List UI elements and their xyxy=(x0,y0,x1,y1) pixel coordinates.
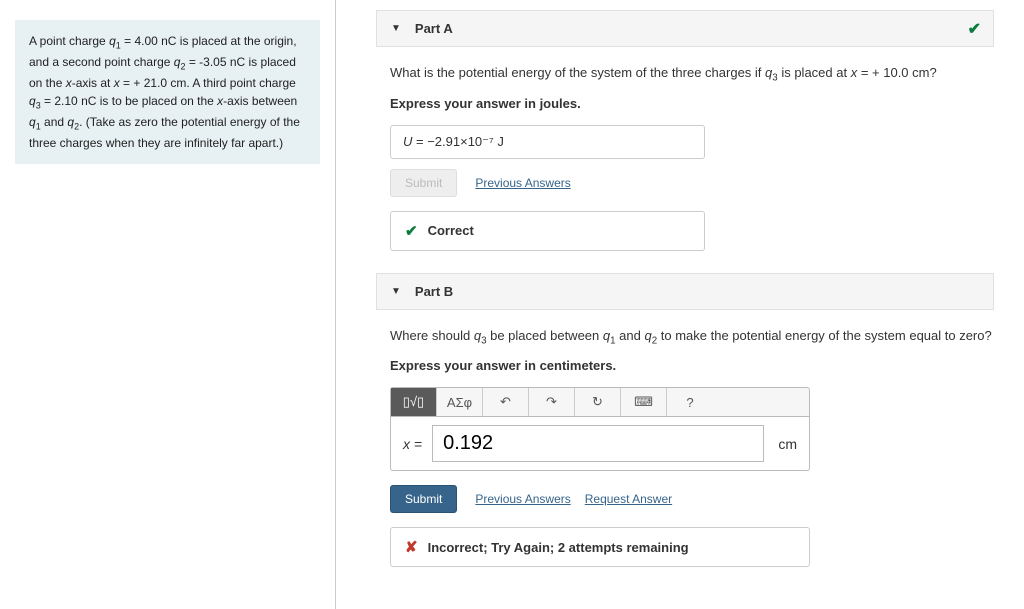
equation-toolbar: ▯√▯ ΑΣφ ↶ ↷ ↻ ⌨ ? xyxy=(390,387,810,417)
reset-button[interactable]: ↻ xyxy=(575,388,621,416)
part-b-answer-input[interactable] xyxy=(432,425,764,462)
check-icon: ✔ xyxy=(405,222,418,240)
caret-down-icon: ▼ xyxy=(391,23,401,34)
part-a-header[interactable]: ▼ Part A ✔ xyxy=(376,10,994,47)
help-button[interactable]: ? xyxy=(667,388,713,416)
part-b-input-row: x = cm xyxy=(390,417,810,471)
part-b-submit-button[interactable]: Submit xyxy=(390,485,457,513)
part-a-instruction: Express your answer in joules. xyxy=(390,96,994,111)
part-b-feedback: ✘ Incorrect; Try Again; 2 attempts remai… xyxy=(390,527,810,567)
part-b-label: Part B xyxy=(415,284,453,299)
part-b-unit: cm xyxy=(778,436,797,452)
part-b-previous-answers-link[interactable]: Previous Answers xyxy=(475,492,570,506)
undo-button[interactable]: ↶ xyxy=(483,388,529,416)
part-b-instruction: Express your answer in centimeters. xyxy=(390,358,994,373)
redo-button[interactable]: ↷ xyxy=(529,388,575,416)
part-a-submit-button: Submit xyxy=(390,169,457,197)
part-a-answer-display: U = −2.91×10⁻⁷ J xyxy=(390,125,705,159)
part-a-label: Part A xyxy=(415,21,453,36)
part-b-header[interactable]: ▼ Part B xyxy=(376,273,994,310)
problem-statement: A point charge q1 = 4.00 nC is placed at… xyxy=(15,20,320,164)
part-a-feedback: ✔ Correct xyxy=(390,211,705,251)
part-b-question: Where should q3 be placed between q1 and… xyxy=(390,328,994,347)
part-b-lhs: x = xyxy=(403,436,422,452)
templates-button[interactable]: ▯√▯ xyxy=(391,388,437,416)
greek-letters-button[interactable]: ΑΣφ xyxy=(437,388,483,416)
part-a-complete-checkmark-icon: ✔ xyxy=(968,19,981,39)
keyboard-button[interactable]: ⌨ xyxy=(621,388,667,416)
caret-down-icon: ▼ xyxy=(391,286,401,297)
part-a-question: What is the potential energy of the syst… xyxy=(390,65,994,84)
part-b-request-answer-link[interactable]: Request Answer xyxy=(585,492,672,506)
part-a-previous-answers-link[interactable]: Previous Answers xyxy=(475,176,570,190)
x-icon: ✘ xyxy=(405,538,418,556)
